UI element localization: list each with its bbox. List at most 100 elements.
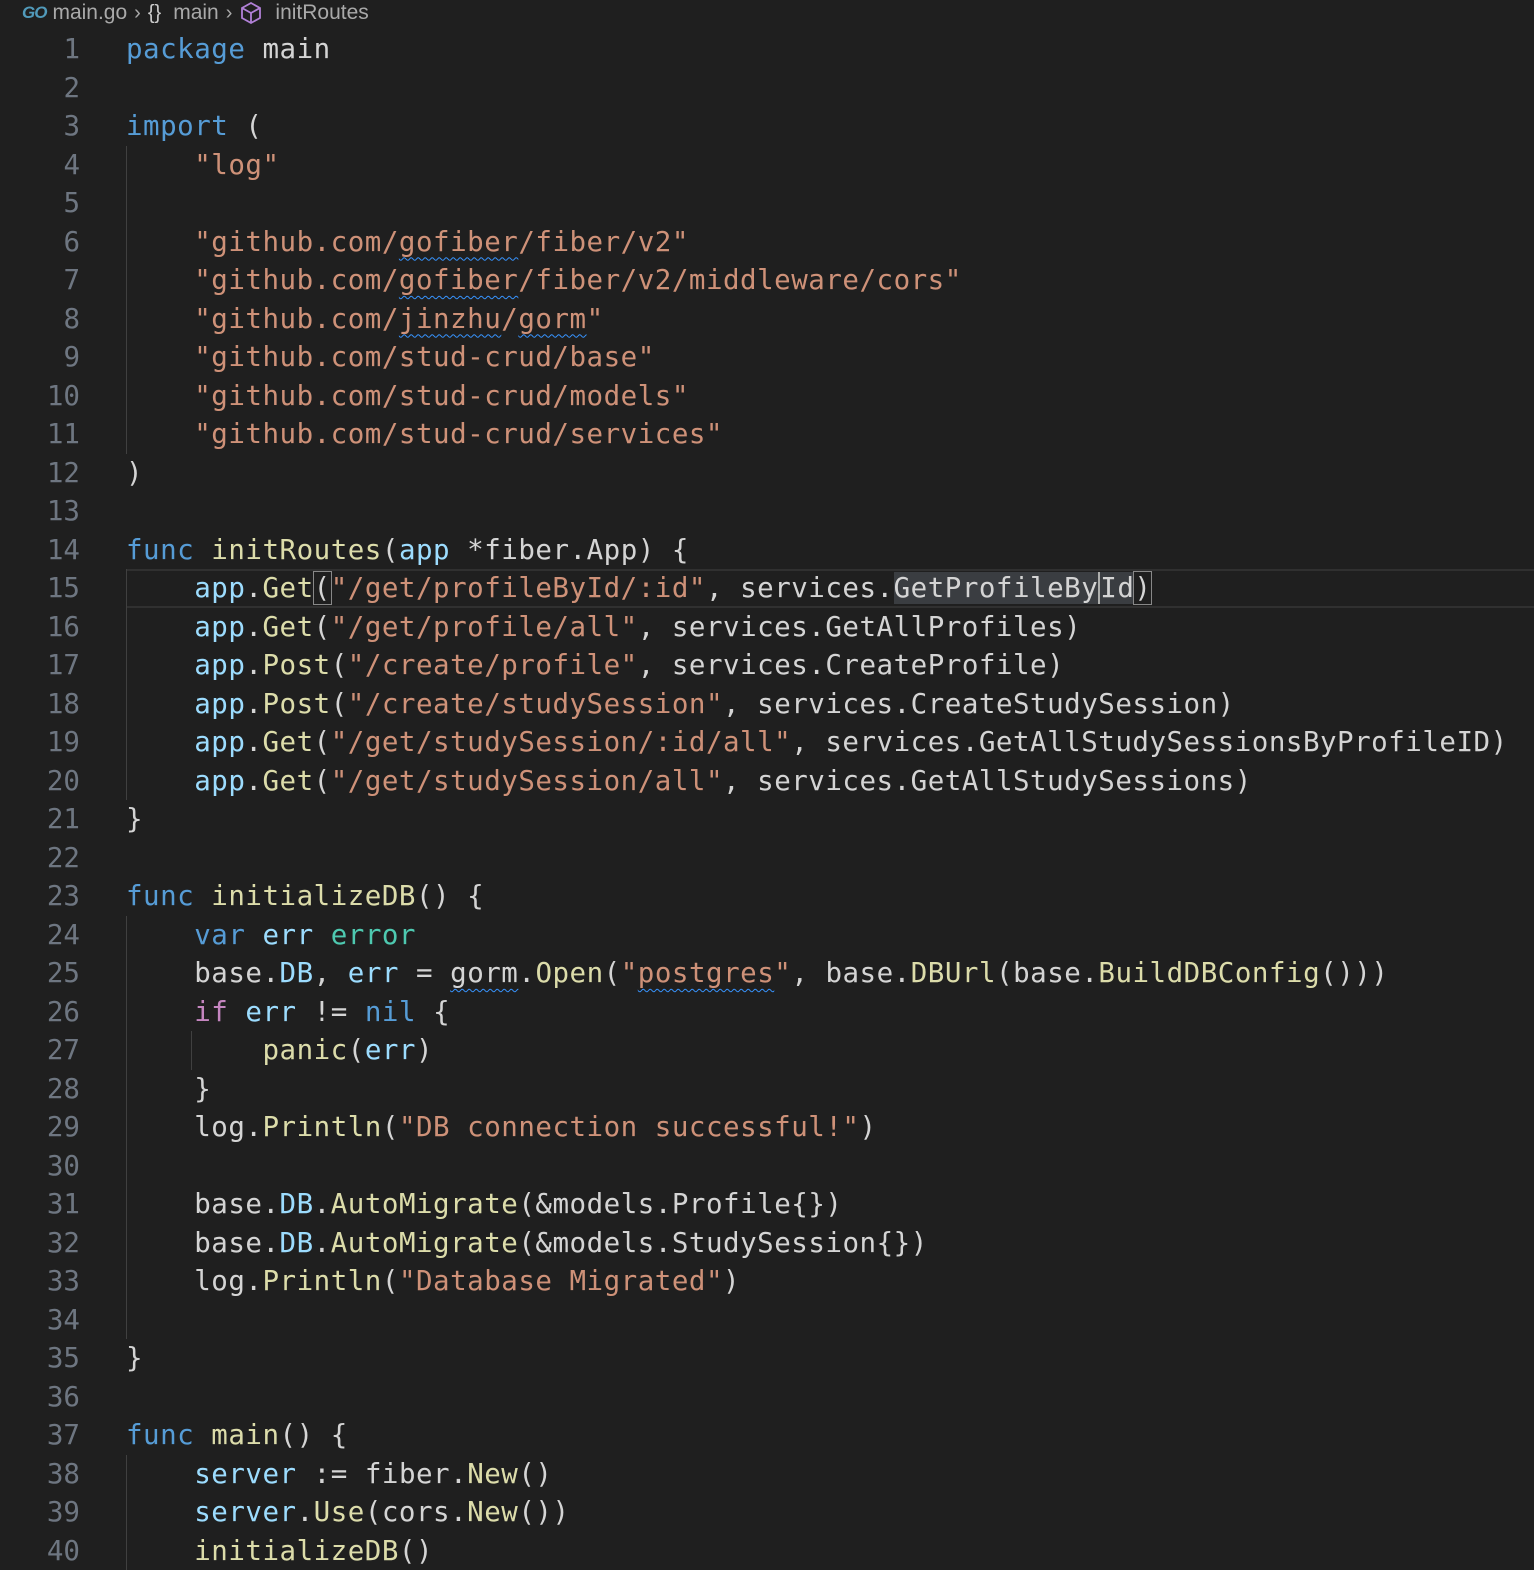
code-text[interactable]: } — [126, 1339, 143, 1378]
line-number[interactable]: 34 — [0, 1301, 80, 1340]
code-text[interactable]: } — [126, 1070, 211, 1109]
code-text[interactable]: "github.com/jinzhu/gorm" — [126, 300, 604, 339]
code-line[interactable]: 40 initializeDB() — [0, 1532, 1534, 1570]
code-line[interactable]: 37func main() { — [0, 1416, 1534, 1455]
line-number[interactable]: 18 — [0, 685, 80, 724]
code-line[interactable]: 26 if err != nil { — [0, 993, 1534, 1032]
code-line[interactable]: 30 — [0, 1147, 1534, 1186]
line-number[interactable]: 14 — [0, 531, 80, 570]
code-text[interactable]: } — [126, 800, 143, 839]
line-number[interactable]: 17 — [0, 646, 80, 685]
code-text[interactable]: import ( — [126, 107, 262, 146]
line-number[interactable]: 2 — [0, 69, 80, 108]
line-number[interactable]: 25 — [0, 954, 80, 993]
code-line[interactable]: 34 — [0, 1301, 1534, 1340]
code-line[interactable]: 33 log.Println("Database Migrated") — [0, 1262, 1534, 1301]
code-line[interactable]: 16 app.Get("/get/profile/all", services.… — [0, 608, 1534, 647]
line-number[interactable]: 10 — [0, 377, 80, 416]
code-line[interactable]: 39 server.Use(cors.New()) — [0, 1493, 1534, 1532]
code-text[interactable]: ) — [126, 454, 143, 493]
line-number[interactable]: 16 — [0, 608, 80, 647]
code-text[interactable]: app.Get("/get/studySession/all", service… — [126, 762, 1252, 801]
code-line[interactable]: 35} — [0, 1339, 1534, 1378]
code-line[interactable]: 23 func initializeDB() { — [0, 877, 1534, 916]
code-line[interactable]: 12) — [0, 454, 1534, 493]
code-line[interactable]: 28 } — [0, 1070, 1534, 1109]
line-number[interactable]: 5 — [0, 184, 80, 223]
line-number[interactable]: 38 — [0, 1455, 80, 1494]
line-number[interactable]: 40 — [0, 1532, 80, 1570]
line-number[interactable]: 39 — [0, 1493, 80, 1532]
line-number[interactable]: 8 — [0, 300, 80, 339]
line-number[interactable]: 31 — [0, 1185, 80, 1224]
code-line[interactable]: 1 package main — [0, 30, 1534, 69]
line-number[interactable]: 28 — [0, 1070, 80, 1109]
line-number[interactable]: 22 — [0, 839, 80, 878]
code-line[interactable]: 21} — [0, 800, 1534, 839]
code-line[interactable]: 19 app.Get("/get/studySession/:id/all", … — [0, 723, 1534, 762]
line-number[interactable]: 11 — [0, 415, 80, 454]
code-text[interactable]: initializeDB() — [126, 1532, 433, 1570]
code-text[interactable]: package main — [126, 30, 331, 69]
code-line[interactable]: 10 "github.com/stud-crud/models" — [0, 377, 1534, 416]
code-text[interactable]: func initRoutes(app *fiber.App) { — [126, 531, 689, 570]
code-line[interactable]: 14 func initRoutes(app *fiber.App) { — [0, 531, 1534, 570]
code-line[interactable]: 4 "log" — [0, 146, 1534, 185]
line-number[interactable]: 23 — [0, 877, 80, 916]
code-text[interactable]: app.Post("/create/studySession", service… — [126, 685, 1235, 724]
line-number[interactable]: 33 — [0, 1262, 80, 1301]
breadcrumb-symbol[interactable]: initRoutes — [239, 1, 368, 25]
line-number[interactable]: 20 — [0, 762, 80, 801]
line-number[interactable]: 15 — [0, 569, 80, 608]
code-text[interactable]: "github.com/stud-crud/models" — [126, 377, 689, 416]
code-line[interactable]: 15 app.Get("/get/profileById/:id", servi… — [0, 569, 1534, 608]
code-line[interactable]: 2 — [0, 69, 1534, 108]
code-text[interactable]: panic(err) — [126, 1031, 433, 1070]
line-number[interactable]: 1 — [0, 30, 80, 69]
code-text[interactable]: var err error — [126, 916, 416, 955]
line-number[interactable]: 7 — [0, 261, 80, 300]
code-editor[interactable]: 1package main23import (4 "log"56 "github… — [0, 30, 1534, 1570]
code-text[interactable]: server := fiber.New() — [126, 1455, 552, 1494]
line-number[interactable]: 21 — [0, 800, 80, 839]
line-number[interactable]: 35 — [0, 1339, 80, 1378]
code-line[interactable]: 20 app.Get("/get/studySession/all", serv… — [0, 762, 1534, 801]
line-number[interactable]: 9 — [0, 338, 80, 377]
code-line[interactable]: 27 panic(err) — [0, 1031, 1534, 1070]
line-number[interactable]: 37 — [0, 1416, 80, 1455]
code-text[interactable]: server.Use(cors.New()) — [126, 1493, 570, 1532]
line-number[interactable]: 4 — [0, 146, 80, 185]
code-text[interactable]: func initializeDB() { — [126, 877, 484, 916]
code-text[interactable]: "github.com/stud-crud/base" — [126, 338, 655, 377]
line-number[interactable]: 6 — [0, 223, 80, 262]
breadcrumb-package[interactable]: {} main — [148, 1, 219, 25]
code-text[interactable]: base.DB, err = gorm.Open("postgres", bas… — [126, 954, 1388, 993]
code-text[interactable]: app.Get("/get/studySession/:id/all", ser… — [126, 723, 1508, 762]
code-text[interactable]: "github.com/gofiber/fiber/v2" — [126, 223, 689, 262]
code-line[interactable]: 13 — [0, 492, 1534, 531]
line-number[interactable]: 13 — [0, 492, 80, 531]
code-text[interactable]: app.Get("/get/profileById/:id", services… — [126, 569, 1151, 608]
code-text[interactable]: "github.com/gofiber/fiber/v2/middleware/… — [126, 261, 962, 300]
code-text[interactable]: base.DB.AutoMigrate(&models.StudySession… — [126, 1224, 928, 1263]
code-text[interactable]: log.Println("Database Migrated") — [126, 1262, 740, 1301]
code-line[interactable]: 7 "github.com/gofiber/fiber/v2/middlewar… — [0, 261, 1534, 300]
line-number[interactable]: 24 — [0, 916, 80, 955]
line-number[interactable]: 12 — [0, 454, 80, 493]
code-text[interactable]: log.Println("DB connection successful!") — [126, 1108, 877, 1147]
code-line[interactable]: 18 app.Post("/create/studySession", serv… — [0, 685, 1534, 724]
code-line[interactable]: 25 base.DB, err = gorm.Open("postgres", … — [0, 954, 1534, 993]
code-line[interactable]: 31 base.DB.AutoMigrate(&models.Profile{}… — [0, 1185, 1534, 1224]
code-line[interactable]: 5 — [0, 184, 1534, 223]
line-number[interactable]: 3 — [0, 107, 80, 146]
code-text[interactable]: "log" — [126, 146, 280, 185]
line-number[interactable]: 29 — [0, 1108, 80, 1147]
line-number[interactable]: 30 — [0, 1147, 80, 1186]
code-line[interactable]: 6 "github.com/gofiber/fiber/v2" — [0, 223, 1534, 262]
code-line[interactable]: 38 server := fiber.New() — [0, 1455, 1534, 1494]
code-text[interactable]: base.DB.AutoMigrate(&models.Profile{}) — [126, 1185, 842, 1224]
line-number[interactable]: 32 — [0, 1224, 80, 1263]
code-line[interactable]: 8 "github.com/jinzhu/gorm" — [0, 300, 1534, 339]
line-number[interactable]: 26 — [0, 993, 80, 1032]
code-line[interactable]: 24 var err error — [0, 916, 1534, 955]
